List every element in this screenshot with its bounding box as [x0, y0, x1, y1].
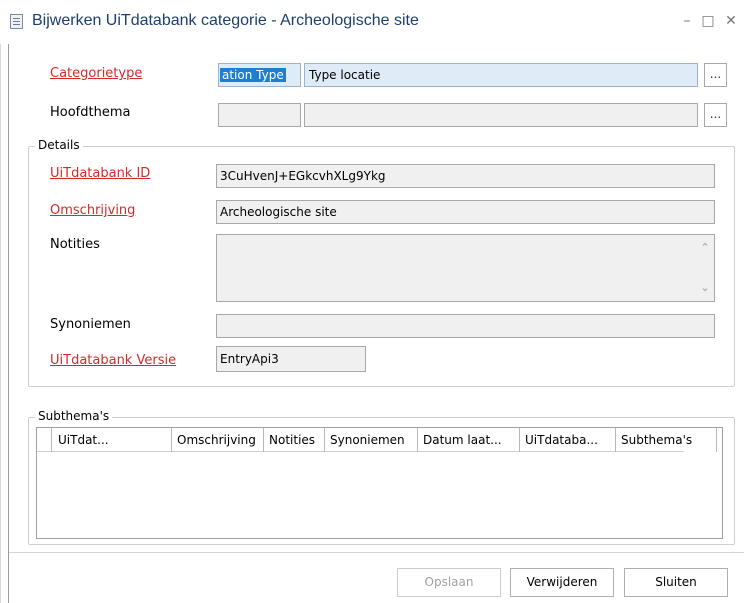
categorietype-code-field[interactable]: ation Type [218, 63, 301, 87]
window-border-inner [8, 44, 9, 603]
column-uitdatabank-id[interactable]: UiTdat... [53, 428, 172, 452]
column-datum-laatst[interactable]: Datum laat... [418, 428, 520, 452]
title-bar: Bijwerken UiTdatabank categorie - Archeo… [0, 0, 744, 44]
opslaan-button[interactable]: Opslaan [397, 568, 501, 597]
details-group-title: Details [35, 138, 83, 152]
omschrijving-label: Omschrijving [50, 203, 136, 218]
column-omschrijving[interactable]: Omschrijving [172, 428, 264, 452]
minimize-button[interactable]: – [680, 12, 694, 30]
grid-row-header[interactable] [37, 428, 52, 452]
verwijderen-button[interactable]: Verwijderen [510, 568, 614, 597]
hoofdthema-lookup-button[interactable]: ... [704, 103, 727, 127]
column-synoniemen[interactable]: Synoniemen [325, 428, 418, 452]
hoofdthema-code-field[interactable] [218, 103, 301, 127]
window-border [0, 44, 1, 603]
uitdatabank-versie-field[interactable]: EntryApi3 [216, 346, 366, 372]
scroll-down-icon[interactable]: ⌄ [700, 282, 710, 293]
hoofdthema-value-field[interactable] [304, 103, 698, 127]
column-subthemas[interactable]: Subthema's [616, 428, 717, 452]
window-title: Bijwerken UiTdatabank categorie - Archeo… [32, 12, 419, 29]
form-icon [10, 14, 23, 29]
notities-scrollbar[interactable]: ⌃ ⌄ [696, 235, 714, 301]
close-button[interactable]: ✕ [724, 12, 738, 30]
categorietype-lookup-button[interactable]: ... [704, 63, 727, 87]
subthemas-group-title: Subthema's [35, 409, 113, 423]
uitdatabank-versie-label: UiTdatabank Versie [50, 353, 177, 368]
categorietype-label[interactable]: Categorietype [50, 66, 142, 81]
column-uitdatabank-versie[interactable]: UiTdataba... [520, 428, 616, 452]
subthemas-grid[interactable]: UiTdat... Omschrijving Notities Synoniem… [36, 427, 723, 539]
uitdatabank-id-field[interactable]: 3CuHvenJ+EGkcvhXLg9Ykg [216, 164, 715, 188]
maximize-button[interactable]: □ [701, 12, 715, 30]
synoniemen-field[interactable] [216, 314, 715, 338]
grid-header: UiTdat... Omschrijving Notities Synoniem… [37, 428, 717, 452]
notities-field[interactable]: ⌃ ⌄ [216, 234, 715, 302]
hoofdthema-label: Hoofdthema [50, 105, 131, 120]
categorietype-code-value: ation Type [220, 68, 286, 82]
scroll-up-icon[interactable]: ⌃ [700, 242, 710, 253]
uitdatabank-id-label: UiTdatabank ID [50, 166, 151, 181]
column-notities[interactable]: Notities [264, 428, 325, 452]
footer-separator [9, 552, 744, 553]
notities-label: Notities [50, 237, 100, 252]
categorietype-value-field[interactable]: Type locatie [304, 63, 698, 87]
omschrijving-field[interactable]: Archeologische site [216, 200, 715, 224]
synoniemen-label: Synoniemen [50, 317, 131, 332]
sluiten-button[interactable]: Sluiten [624, 568, 728, 597]
